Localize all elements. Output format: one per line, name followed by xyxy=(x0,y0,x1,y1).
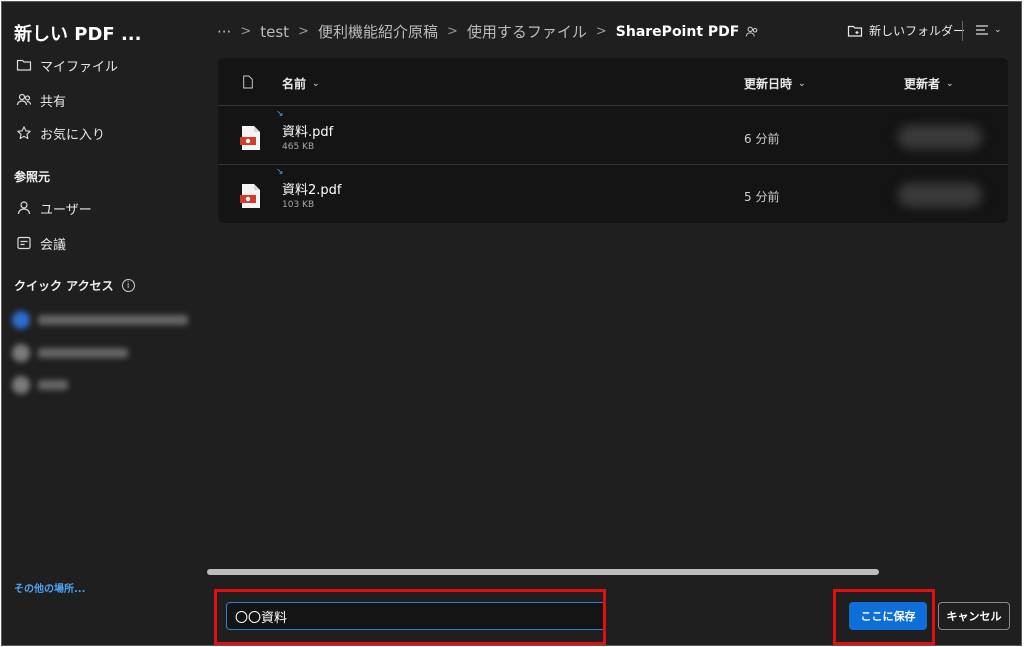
sidebar-item-label: お気に入り xyxy=(40,127,106,143)
chevron-right-icon: > xyxy=(446,24,458,39)
quick-access-item[interactable] xyxy=(12,310,188,330)
breadcrumb-item[interactable]: 使用するファイル xyxy=(467,21,587,42)
file-modified-by-redacted xyxy=(898,125,982,149)
new-folder-button[interactable]: 新しいフォルダー xyxy=(847,22,965,39)
folder-icon xyxy=(16,57,32,73)
cancel-button[interactable]: キャンセル xyxy=(938,602,1010,630)
sidebar-item-my-files[interactable]: マイファイル xyxy=(16,54,118,76)
file-size: 103 KB xyxy=(282,200,315,210)
sidebar-item-label: 共有 xyxy=(40,94,67,110)
sync-icon: ↘ xyxy=(276,109,284,119)
file-list: 名前 ⌄ 更新日時 ⌄ 更新者 ⌄ ↘ 資料.pdf 465 KB 6 分前 ↘ xyxy=(218,58,1008,223)
file-modified-by-redacted xyxy=(898,183,982,207)
calendar-icon xyxy=(16,235,32,251)
table-row[interactable]: ↘ 資料.pdf 465 KB 6 分前 xyxy=(218,107,1008,165)
chevron-right-icon: > xyxy=(298,24,309,39)
chevron-right-icon: > xyxy=(595,24,607,39)
column-header-label: 更新者 xyxy=(904,77,941,91)
people-icon xyxy=(16,92,32,108)
file-type-header-icon[interactable] xyxy=(242,75,254,89)
column-header-modified-by[interactable]: 更新者 ⌄ xyxy=(904,75,954,92)
table-row[interactable]: ↘ 資料2.pdf 103 KB 5 分前 xyxy=(218,165,1008,223)
toolbar-divider xyxy=(962,21,963,41)
file-list-header: 名前 ⌄ 更新日時 ⌄ 更新者 ⌄ xyxy=(218,58,1008,106)
sidebar-item-meetings[interactable]: 会議 xyxy=(16,232,66,254)
list-view-icon xyxy=(976,25,988,35)
star-icon xyxy=(16,125,32,141)
file-name: 資料.pdf xyxy=(282,125,334,140)
pdf-file-icon xyxy=(240,126,260,150)
chevron-down-icon: ⌄ xyxy=(312,78,320,89)
sidebar-item-label: ユーザー xyxy=(40,202,92,218)
breadcrumb-overflow[interactable]: ··· xyxy=(217,23,231,41)
quick-access-item[interactable] xyxy=(12,343,128,363)
file-name: 資料2.pdf xyxy=(282,183,342,198)
dialog-title: 新しい PDF ... xyxy=(14,24,142,45)
column-header-label: 名前 xyxy=(282,77,307,91)
quick-access-label: クイック アクセス xyxy=(14,279,114,293)
folder-add-icon xyxy=(847,25,863,37)
breadcrumb-item[interactable]: test xyxy=(260,23,289,41)
shared-people-icon xyxy=(745,25,759,39)
column-header-modified[interactable]: 更新日時 ⌄ xyxy=(744,75,806,92)
file-name-input[interactable] xyxy=(226,602,606,630)
file-size: 465 KB xyxy=(282,142,315,152)
top-bar: ··· > test > 便利機能紹介原稿 > 使用するファイル > Share… xyxy=(202,2,1021,58)
info-icon[interactable]: i xyxy=(121,279,135,292)
sidebar-item-shared[interactable]: 共有 xyxy=(16,89,66,111)
chevron-down-icon: ⌄ xyxy=(946,78,954,89)
chevron-down-icon: ⌄ xyxy=(994,25,1002,35)
save-dialog: 新しい PDF ... マイファイル 共有 お気に入り 参照元 ユーザー 会議 … xyxy=(1,1,1022,646)
sidebar-item-label: マイファイル xyxy=(40,59,119,75)
chevron-down-icon: ⌄ xyxy=(798,78,806,89)
horizontal-scrollbar[interactable] xyxy=(207,569,879,575)
file-modified: 6 分前 xyxy=(744,132,780,146)
chevron-right-icon: > xyxy=(240,24,252,39)
breadcrumb: ··· > test > 便利機能紹介原稿 > 使用するファイル > Share… xyxy=(217,21,759,42)
browse-heading: 参照元 xyxy=(14,170,51,184)
new-folder-label: 新しいフォルダー xyxy=(869,24,966,38)
sidebar-item-users[interactable]: ユーザー xyxy=(16,197,92,219)
sidebar-item-favorites[interactable]: お気に入り xyxy=(16,122,105,144)
person-icon xyxy=(16,200,32,216)
view-options-button[interactable]: ⌄ xyxy=(974,22,1002,38)
breadcrumb-item[interactable]: 便利機能紹介原稿 xyxy=(318,21,438,42)
column-header-label: 更新日時 xyxy=(744,77,793,91)
breadcrumb-current: SharePoint PDF xyxy=(615,23,740,40)
sync-icon: ↘ xyxy=(276,167,284,177)
quick-access-heading: クイック アクセス i xyxy=(14,277,135,294)
sidebar: 新しい PDF ... マイファイル 共有 お気に入り 参照元 ユーザー 会議 … xyxy=(2,2,202,645)
other-locations-link[interactable]: その他の場所... xyxy=(14,580,85,595)
file-modified: 5 分前 xyxy=(744,190,780,204)
quick-access-item[interactable] xyxy=(12,375,68,395)
sidebar-item-label: 会議 xyxy=(40,237,67,253)
save-here-button[interactable]: ここに保存 xyxy=(849,602,927,630)
column-header-name[interactable]: 名前 ⌄ xyxy=(282,75,320,92)
pdf-file-icon xyxy=(240,184,260,208)
